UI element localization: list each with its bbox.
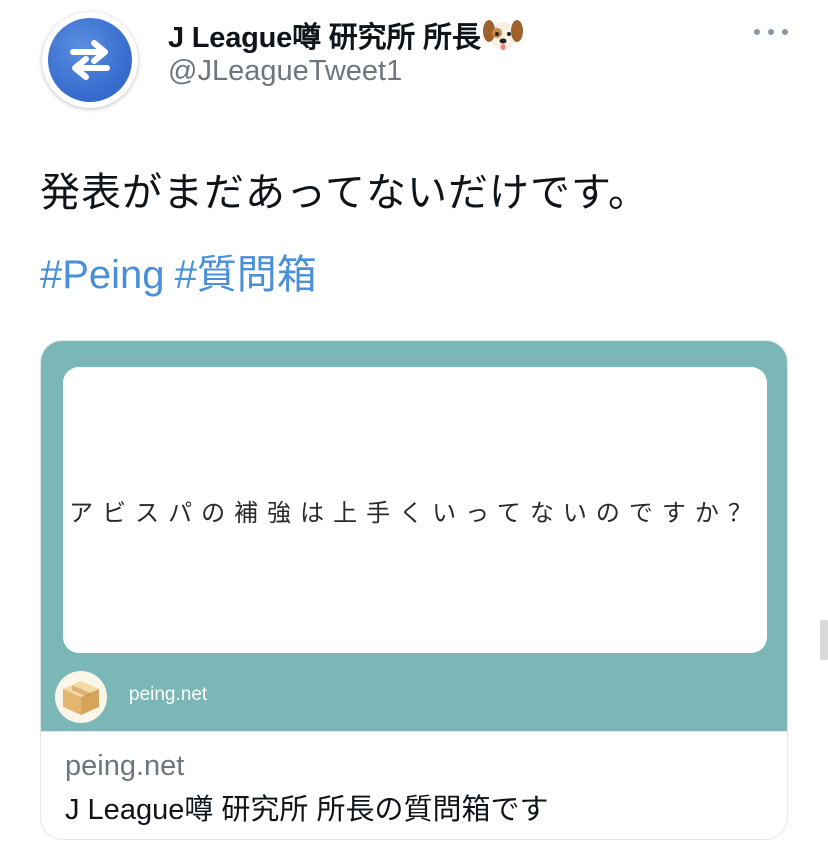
card-image[interactable]: アビスパの補強は上手くいってないのですか？ peing.net xyxy=(41,341,787,731)
user-handle[interactable]: @JLeagueTweet1 xyxy=(168,55,402,88)
hashtag-link-peing[interactable]: #Peing xyxy=(40,253,165,297)
dot xyxy=(782,29,788,35)
card-footer[interactable]: peing.net J League噂 研究所 所長の質問箱です xyxy=(41,731,787,839)
dot xyxy=(754,29,760,35)
hashtag-row: #Peing #質問箱 xyxy=(40,242,327,300)
link-card[interactable]: アビスパの補強は上手くいってないのですか？ peing.net peing.ne… xyxy=(40,340,788,840)
hashtag-link-question-box[interactable]: #質問箱 xyxy=(175,253,317,297)
tweet-text: 発表がまだあってないだけです。 xyxy=(40,171,649,215)
scrollbar[interactable] xyxy=(820,620,828,660)
display-name-row[interactable]: J League噂 研究所 所長 xyxy=(168,14,523,56)
dot xyxy=(768,29,774,35)
question-text: アビスパの補強は上手くいってないのですか？ xyxy=(69,499,761,527)
profile-avatar[interactable] xyxy=(42,12,138,108)
more-horizontal-icon[interactable] xyxy=(754,26,788,38)
dog-face-icon xyxy=(482,17,523,53)
question-box: アビスパの補強は上手くいってないのですか？ xyxy=(63,367,767,653)
display-name[interactable]: J League噂 研究所 所長 xyxy=(168,14,481,56)
cardboard-box-icon xyxy=(55,671,107,723)
swap-arrows-icon xyxy=(48,18,132,102)
card-title: J League噂 研究所 所長の質問箱です xyxy=(65,794,549,826)
card-domain: peing.net xyxy=(65,750,185,782)
brand-label: peing.net xyxy=(129,684,208,705)
